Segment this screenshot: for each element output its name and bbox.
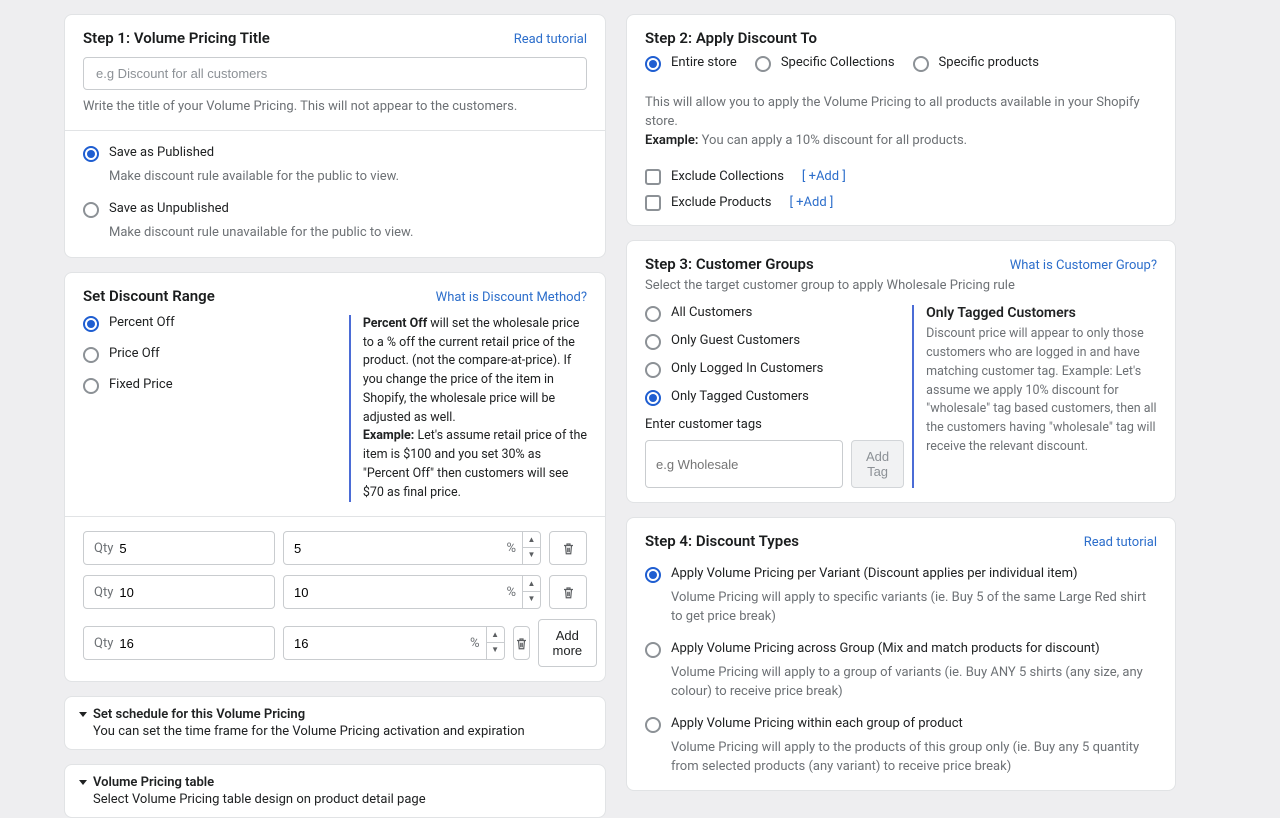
- radio-save-published[interactable]: Save as Published: [83, 145, 587, 162]
- exclude-collections-row: Exclude Collections [ +Add ]: [645, 169, 1157, 185]
- radio-icon: [645, 56, 661, 72]
- radio-icon: [645, 567, 661, 583]
- qty-input[interactable]: Qty ▲▼: [83, 531, 275, 565]
- add-more-button[interactable]: Add more: [538, 619, 598, 667]
- step4-title: Step 4: Discount Types: [645, 532, 799, 550]
- radio-icon: [83, 378, 99, 394]
- radio-per-variant[interactable]: Apply Volume Pricing per Variant (Discou…: [645, 566, 1157, 583]
- trash-icon: [561, 585, 576, 600]
- customer-group-link[interactable]: What is Customer Group?: [1010, 258, 1157, 273]
- radio-icon: [645, 306, 661, 322]
- radio-specific-products[interactable]: Specific products: [913, 55, 1039, 72]
- delete-tier-button[interactable]: [549, 531, 587, 565]
- radio-icon: [755, 56, 771, 72]
- radio-logged-in-customers[interactable]: Only Logged In Customers: [645, 361, 904, 378]
- radio-icon: [645, 362, 661, 378]
- stepper-icon[interactable]: ▲▼: [486, 627, 504, 659]
- percent-input[interactable]: % ▲▼: [283, 575, 541, 609]
- delete-tier-button[interactable]: [549, 575, 587, 609]
- radio-icon: [645, 390, 661, 406]
- discount-method-link[interactable]: What is Discount Method?: [436, 290, 587, 305]
- discount-range-card: Set Discount Range What is Discount Meth…: [64, 272, 606, 683]
- add-tag-button[interactable]: Add Tag: [851, 440, 904, 488]
- radio-tagged-customers[interactable]: Only Tagged Customers: [645, 389, 904, 406]
- tier-row: Qty ▲▼ % ▲▼: [83, 575, 587, 609]
- step1-card: Step 1: Volume Pricing Title Read tutori…: [64, 14, 606, 258]
- step4-tutorial-link[interactable]: Read tutorial: [1084, 535, 1157, 550]
- step1-tutorial-link[interactable]: Read tutorial: [514, 32, 587, 47]
- caret-down-icon: [79, 780, 87, 785]
- radio-percent-off[interactable]: Percent Off: [83, 315, 341, 332]
- divider-line: [349, 315, 351, 503]
- volume-title-input[interactable]: [83, 57, 587, 90]
- step1-title: Step 1: Volume Pricing Title: [83, 29, 270, 47]
- stepper-icon[interactable]: ▲▼: [522, 576, 540, 608]
- radio-guest-customers[interactable]: Only Guest Customers: [645, 333, 904, 350]
- percent-input[interactable]: % ▲▼: [283, 626, 505, 660]
- radio-icon: [645, 642, 661, 658]
- radio-icon: [83, 146, 99, 162]
- volume-title-help: Write the title of your Volume Pricing. …: [83, 98, 587, 116]
- radio-icon: [83, 316, 99, 332]
- radio-specific-collections[interactable]: Specific Collections: [755, 55, 895, 72]
- step2-card: Step 2: Apply Discount To Entire store S…: [626, 14, 1176, 226]
- trash-icon: [514, 636, 529, 651]
- radio-icon: [913, 56, 929, 72]
- step3-card: Step 3: Customer Groups What is Customer…: [626, 240, 1176, 504]
- qty-input[interactable]: Qty ▲▼: [83, 575, 275, 609]
- discount-tiers: Qty ▲▼ % ▲▼: [83, 531, 587, 667]
- radio-across-group[interactable]: Apply Volume Pricing across Group (Mix a…: [645, 641, 1157, 658]
- radio-all-customers[interactable]: All Customers: [645, 305, 904, 322]
- table-accordion[interactable]: Volume Pricing table Select Volume Prici…: [64, 764, 606, 818]
- radio-price-off[interactable]: Price Off: [83, 346, 341, 363]
- discount-range-title: Set Discount Range: [83, 287, 215, 305]
- step3-title: Step 3: Customer Groups: [645, 255, 814, 273]
- tier-row: Qty ▲▼ % ▲▼: [83, 531, 587, 565]
- divider-line: [912, 305, 914, 488]
- radio-icon: [645, 717, 661, 733]
- radio-entire-store[interactable]: Entire store: [645, 55, 737, 72]
- step2-title: Step 2: Apply Discount To: [645, 29, 1157, 47]
- radio-within-group[interactable]: Apply Volume Pricing within each group o…: [645, 716, 1157, 733]
- stepper-icon[interactable]: ▲▼: [522, 532, 540, 564]
- radio-icon: [83, 347, 99, 363]
- trash-icon: [561, 541, 576, 556]
- caret-down-icon: [79, 712, 87, 717]
- customer-tag-input[interactable]: [645, 440, 843, 488]
- qty-input[interactable]: Qty ▲▼: [83, 626, 275, 660]
- add-exclude-products[interactable]: [ +Add ]: [789, 195, 833, 210]
- radio-fixed-price[interactable]: Fixed Price: [83, 377, 341, 394]
- exclude-products-row: Exclude Products [ +Add ]: [645, 195, 1157, 211]
- radio-save-unpublished[interactable]: Save as Unpublished: [83, 201, 587, 218]
- tier-row: Qty ▲▼ % ▲▼ Add more: [83, 619, 587, 667]
- delete-tier-button[interactable]: [513, 626, 530, 660]
- schedule-accordion[interactable]: Set schedule for this Volume Pricing You…: [64, 696, 606, 750]
- checkbox-exclude-collections[interactable]: [645, 169, 661, 185]
- percent-input[interactable]: % ▲▼: [283, 531, 541, 565]
- radio-icon: [83, 202, 99, 218]
- checkbox-exclude-products[interactable]: [645, 195, 661, 211]
- radio-icon: [645, 334, 661, 350]
- add-exclude-collections[interactable]: [ +Add ]: [802, 169, 846, 184]
- step4-card: Step 4: Discount Types Read tutorial App…: [626, 517, 1176, 791]
